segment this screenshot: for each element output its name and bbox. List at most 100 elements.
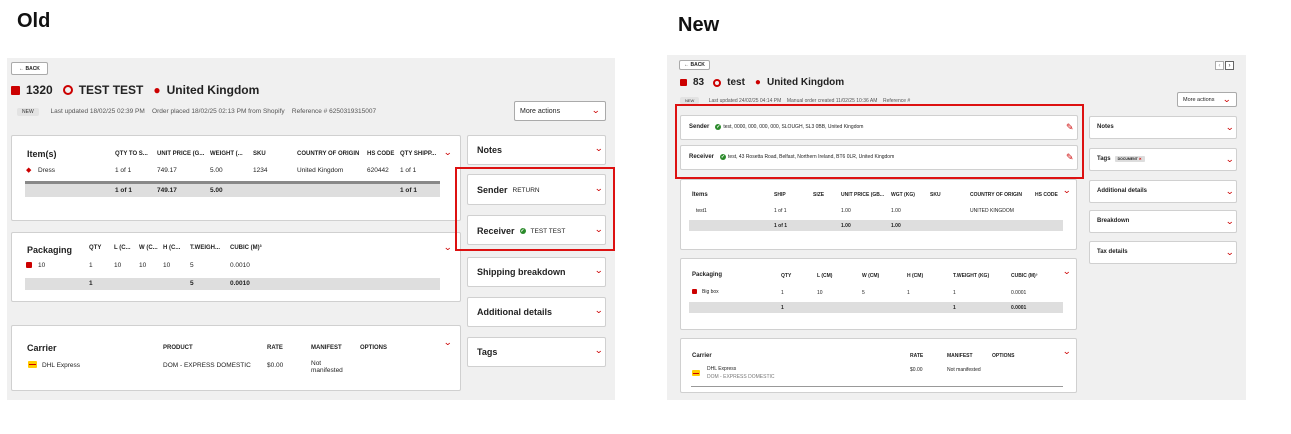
order-placed: Order placed 18/02/25 02:13 PM from Shop…: [152, 108, 285, 115]
destination: United Kingdom: [766, 77, 845, 88]
total-weight: 5: [190, 280, 194, 287]
order-title: 1320 TEST TEST ● United Kingdom: [11, 83, 259, 97]
col-header: QTY: [781, 273, 792, 279]
reference: Reference # 6250319315007: [291, 108, 377, 115]
tax-details-accordion[interactable]: Tax details ⌄: [1089, 241, 1237, 264]
location-pin-icon: ●: [754, 77, 761, 88]
chevron-down-icon: ⌄: [594, 305, 604, 315]
more-actions-select[interactable]: More actions ⌄: [514, 101, 606, 121]
tags-accordion[interactable]: Tags DOCUMENT ✕ ⌄: [1089, 148, 1237, 171]
col-header: QTY SHIPP...: [400, 151, 437, 157]
col-header: L (CM): [817, 273, 833, 279]
item-name: Dress: [38, 167, 55, 174]
tag-chip: DOCUMENT ✕: [1114, 156, 1145, 162]
total-cubic: 0.0010: [230, 280, 250, 287]
package-qty: 1: [89, 262, 93, 269]
items-card: Items SHIP SIZE UNIT PRICE (GB... WGT (K…: [680, 179, 1077, 250]
back-button[interactable]: ← BACK: [11, 62, 48, 75]
carrier-product: DOM - EXPRESS DOMESTIC: [163, 362, 251, 369]
more-actions-select[interactable]: More actions ⌄: [1177, 92, 1237, 107]
total-weight: 5.00: [210, 187, 223, 194]
carrier-expand-icon[interactable]: ⌄: [443, 338, 452, 347]
divider: [691, 386, 1063, 387]
destination: United Kingdom: [166, 83, 260, 97]
tax-details-label: Tax details: [1097, 249, 1128, 255]
packaging-title: Packaging: [27, 245, 73, 255]
dhl-logo-icon: [28, 361, 37, 368]
order-box-icon: [11, 85, 20, 95]
col-header: PRODUCT: [163, 345, 193, 351]
tag-icon: ◆: [26, 167, 32, 174]
item-qty: 1 of 1: [115, 167, 132, 174]
shipping-breakdown-accordion[interactable]: Shipping breakdown ⌄: [467, 257, 606, 287]
packaging-card: Packaging QTY L (CM) W (CM) H (CM) T.WEI…: [680, 258, 1077, 330]
package-cubic: 0.0001: [1011, 290, 1027, 296]
packaging-title: Packaging: [692, 272, 723, 278]
shipping-breakdown-label: Shipping breakdown: [477, 267, 566, 277]
carrier-title: Carrier: [692, 353, 712, 359]
chevron-down-icon: ⌄: [594, 345, 604, 355]
package-name: Big box: [702, 289, 719, 295]
order-meta: NEW Last updated 18/02/25 02:39 PM Order…: [17, 108, 376, 116]
col-header: CUBIC (M)³: [1011, 273, 1038, 279]
next-order-button[interactable]: ›: [1225, 61, 1234, 70]
carrier-manifest: Not manifested: [947, 367, 981, 373]
col-header: T.WEIGHT (KG): [953, 273, 990, 279]
totals-row: [689, 302, 1063, 313]
package-qty: 1: [781, 290, 784, 296]
carrier-rate: $0.00: [910, 367, 923, 373]
col-header: MANIFEST: [311, 345, 342, 351]
total-weight: 1: [953, 305, 956, 311]
old-heading: Old: [17, 10, 51, 32]
customer-name: test: [727, 77, 745, 88]
additional-details-label: Additional details: [1097, 188, 1148, 194]
col-header: W (C...: [139, 245, 158, 251]
item-price: 749.17: [157, 167, 177, 174]
col-header: MANIFEST: [947, 353, 973, 359]
notes-accordion[interactable]: Notes ⌄: [1089, 116, 1237, 139]
carrier-expand-icon[interactable]: ⌄: [1062, 347, 1071, 356]
item-origin: UNITED KINGDOM: [970, 208, 1014, 214]
back-button[interactable]: ← BACK: [679, 60, 710, 70]
carrier-manifest-2: manifested: [311, 367, 343, 374]
total-qty: 1: [89, 280, 93, 287]
items-title: Items: [692, 192, 708, 198]
notes-accordion[interactable]: Notes ⌄: [467, 135, 606, 165]
col-header: OPTIONS: [992, 353, 1015, 359]
package-weight: 1: [953, 290, 956, 296]
chevron-down-icon: ⌄: [1222, 93, 1232, 104]
tag-chip-label: DOCUMENT: [1117, 157, 1138, 161]
col-header: RATE: [267, 345, 283, 351]
tags-accordion[interactable]: Tags ⌄: [467, 337, 606, 367]
items-expand-icon[interactable]: ⌄: [443, 148, 452, 157]
packaging-expand-icon[interactable]: ⌄: [443, 243, 452, 252]
totals-row: [25, 184, 440, 197]
items-expand-icon[interactable]: ⌄: [1062, 186, 1071, 195]
col-header: COUNTRY OF ORIGIN: [297, 151, 360, 157]
location-pin-icon: ●: [153, 83, 161, 97]
carrier-manifest-1: Not: [311, 360, 322, 367]
carrier-title: Carrier: [27, 343, 57, 353]
dhl-logo-icon: [692, 370, 700, 376]
item-sku: 1234: [253, 167, 268, 174]
remove-tag-icon[interactable]: ✕: [1139, 157, 1142, 161]
col-header: UNIT PRICE (G...: [157, 151, 205, 157]
carrier-card: Carrier RATE MANIFEST OPTIONS ⌄ DHL Expr…: [680, 338, 1077, 393]
totals-row: [689, 220, 1063, 231]
chevron-down-icon: ⌄: [1225, 154, 1235, 164]
prev-order-button[interactable]: ‹: [1215, 61, 1224, 70]
breakdown-accordion[interactable]: Breakdown ⌄: [1089, 210, 1237, 233]
additional-details-accordion[interactable]: Additional details ⌄: [1089, 180, 1237, 203]
package-name: 10: [38, 262, 46, 269]
packaging-expand-icon[interactable]: ⌄: [1062, 267, 1071, 276]
order-title: 83 test ● United Kingdom: [680, 77, 844, 88]
status-badge: NEW: [17, 108, 39, 116]
col-header: HS CODE: [1035, 192, 1058, 198]
item-weight: 5.00: [210, 167, 223, 174]
additional-details-accordion[interactable]: Additional details ⌄: [467, 297, 606, 327]
carrier-name: DHL Express: [707, 366, 737, 372]
carrier-name: DHL Express: [42, 362, 81, 369]
col-header: COUNTRY OF ORIGIN: [970, 192, 1022, 198]
order-id: 1320: [26, 83, 53, 97]
breakdown-label: Breakdown: [1097, 218, 1130, 224]
